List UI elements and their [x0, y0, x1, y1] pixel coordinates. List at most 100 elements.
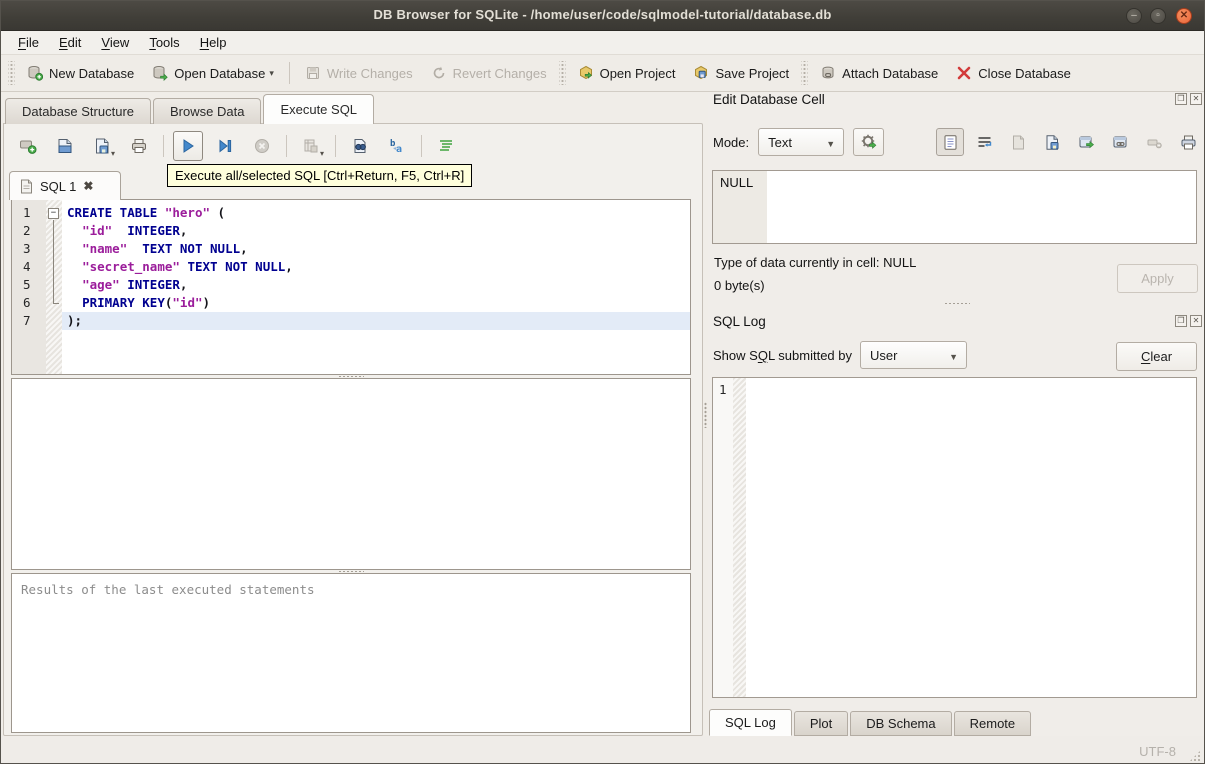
execute-current-line-button[interactable] — [210, 131, 240, 161]
print-sql-button[interactable] — [124, 131, 154, 161]
save-project-button[interactable]: Save Project — [684, 60, 798, 86]
open-database-button[interactable]: Open Database ▾ — [143, 60, 283, 86]
editor-line[interactable]: 3 "name" TEXT NOT NULL, — [12, 240, 690, 258]
fold-collapse-icon[interactable]: − — [48, 208, 59, 219]
log-filter-label-post: L submitted by — [767, 347, 852, 363]
menu-edit[interactable]: Edit — [50, 32, 90, 53]
encoding-indicator: UTF-8 — [1139, 744, 1176, 759]
toolbar-grip[interactable] — [558, 61, 566, 85]
attach-database-button[interactable]: Attach Database — [811, 60, 947, 86]
tab-database-structure-label: Database Structure — [22, 104, 135, 119]
import-cell-data-button[interactable] — [1038, 128, 1066, 156]
open-external-button[interactable] — [1106, 128, 1134, 156]
editor-line[interactable]: 7); — [12, 312, 690, 330]
menu-tools-rest: ools — [155, 35, 180, 50]
dock-tab-db-schema[interactable]: DB Schema — [850, 711, 952, 736]
menu-tools[interactable]: Tools — [140, 32, 188, 53]
print-cell-button[interactable] — [1174, 128, 1202, 156]
auto-complete-icon: ba — [390, 139, 402, 155]
dock-tab-sql-log[interactable]: SQL Log — [709, 709, 792, 736]
import-data-icon — [1046, 134, 1058, 150]
new-sql-tab-button[interactable] — [13, 131, 43, 161]
auto-apply-button[interactable] — [853, 128, 885, 156]
log-filter-label: Show SQL submitted by — [713, 348, 852, 363]
code-text: "name" TEXT NOT NULL, — [82, 241, 248, 256]
sql-log-view[interactable]: 1 — [712, 377, 1197, 698]
open-project-button[interactable]: Open Project — [569, 60, 685, 86]
sql-file-tab-close-icon[interactable]: ✖ — [83, 179, 93, 193]
fold-marker-minus[interactable]: − — [46, 204, 62, 222]
tab-browse-data[interactable]: Browse Data — [153, 98, 262, 124]
new-database-label: New Database — [49, 65, 135, 81]
gear-import-icon — [861, 134, 876, 149]
format-sql-button[interactable] — [431, 131, 461, 161]
code-text: CREATE TABLE "hero" ( — [67, 205, 226, 220]
code-text: "secret_name" TEXT NOT NULL, — [82, 259, 293, 274]
menu-help[interactable]: Help — [191, 32, 236, 53]
mode-combobox[interactable]: Text ▼ — [758, 128, 845, 156]
status-bar: UTF-8 — [1, 736, 1204, 763]
window-title: DB Browser for SQLite - /home/user/code/… — [373, 7, 832, 22]
format-sql-icon — [440, 140, 452, 151]
menu-help-key: H — [199, 35, 210, 50]
word-wrap-button[interactable] — [970, 128, 998, 156]
menu-view-rest: iew — [109, 35, 130, 50]
line-number: 6 — [23, 295, 31, 310]
results-message-pane[interactable]: Results of the last executed statements — [11, 573, 691, 733]
edit-cell-float-button[interactable]: ❐ — [1175, 93, 1187, 105]
clear-log-button[interactable]: Clear — [1116, 342, 1197, 371]
editor-line[interactable]: 2 "id" INTEGER, — [12, 222, 690, 240]
edit-cell-close-button[interactable]: ✕ — [1190, 93, 1202, 105]
save-sql-file-button[interactable]: ▾ — [87, 131, 117, 161]
editor-line[interactable]: 4 "secret_name" TEXT NOT NULL, — [12, 258, 690, 276]
menu-file[interactable]: File — [9, 32, 48, 53]
dock-tab-plot[interactable]: Plot — [793, 711, 849, 736]
maximize-button[interactable]: ▫ — [1150, 8, 1166, 24]
execute-all-button[interactable] — [173, 131, 203, 161]
fold-marker-line — [46, 276, 62, 294]
toolbar-grip[interactable] — [801, 61, 809, 85]
close-database-label: Close Database — [978, 65, 1071, 81]
cell-value-editor[interactable]: NULL — [712, 170, 1197, 244]
attach-database-icon — [822, 66, 834, 79]
close-button[interactable]: ✕ — [1176, 8, 1192, 24]
menu-view[interactable]: View — [92, 32, 138, 53]
tab-database-structure[interactable]: Database Structure — [5, 98, 152, 124]
minimize-button[interactable]: – — [1126, 8, 1142, 24]
log-filter-combobox-value: User — [870, 347, 898, 363]
log-filter-combobox-arrow-icon: ▼ — [949, 352, 958, 362]
auto-complete-button[interactable]: ba — [382, 131, 412, 161]
open-project-label: Open Project — [599, 65, 676, 81]
results-table-pane[interactable] — [11, 378, 691, 570]
sql-file-tab[interactable]: SQL 1 ✖ — [9, 171, 121, 200]
open-cell-file-button — [1004, 128, 1032, 156]
sql-log-close-button[interactable]: ✕ — [1190, 315, 1202, 327]
sql-log-float-button[interactable]: ❐ — [1175, 315, 1187, 327]
find-replace-button[interactable] — [345, 131, 375, 161]
dock-tab-remote[interactable]: Remote — [953, 711, 1032, 736]
tab-execute-sql[interactable]: Execute SQL — [263, 94, 375, 124]
editor-line[interactable]: 5 "age" INTEGER, — [12, 276, 690, 294]
write-changes-button: Write Changes — [296, 60, 422, 86]
resize-grip[interactable] — [1189, 750, 1201, 762]
set-null-button — [1140, 128, 1168, 156]
dock-inner-splitter[interactable] — [708, 302, 1204, 305]
menu-help-rest: elp — [209, 35, 227, 50]
close-database-button[interactable]: Close Database — [947, 60, 1080, 86]
export-cell-data-button[interactable] — [1072, 128, 1100, 156]
editor-line[interactable]: 6 PRIMARY KEY("id") — [12, 294, 690, 312]
sql-editor[interactable]: 1− CREATE TABLE "hero" (2 "id" INTEGER, 3 … — [11, 199, 691, 375]
new-database-button[interactable]: New Database — [18, 60, 143, 86]
toolbar-grip[interactable] — [8, 61, 15, 85]
menu-edit-key: E — [58, 35, 68, 50]
editor-line[interactable]: 1 − CREATE TABLE "hero" ( — [12, 204, 690, 222]
title-bar[interactable]: DB Browser for SQLite - /home/user/code/… — [1, 1, 1204, 31]
sql-editor-toolbar: ▾ ▾ ba — [13, 130, 461, 162]
log-filter-combobox[interactable]: User ▼ — [860, 341, 967, 369]
sql-toolbar-separator — [421, 135, 422, 157]
save-sql-dropdown-icon[interactable]: ▾ — [111, 149, 115, 158]
open-sql-file-button[interactable] — [50, 131, 80, 161]
open-database-dropdown-icon[interactable]: ▾ — [269, 68, 274, 81]
log-filter-label-pre: Show S — [713, 347, 758, 363]
text-mode-button[interactable] — [936, 128, 964, 156]
